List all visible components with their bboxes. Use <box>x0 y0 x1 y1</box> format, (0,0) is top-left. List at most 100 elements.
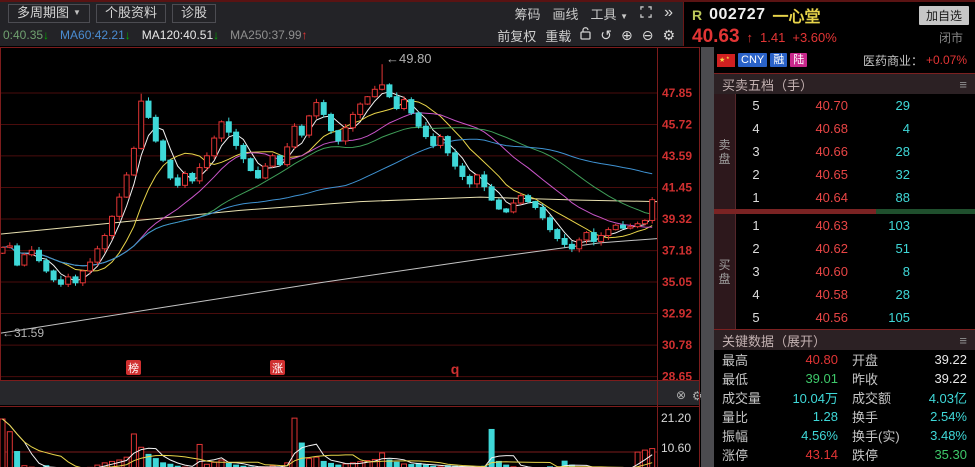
badge-融: 融 <box>770 53 787 67</box>
zoom-in-icon[interactable]: ⊕ <box>621 28 633 42</box>
buy-row[interactable]: 140.63103 <box>736 214 975 237</box>
undo-icon[interactable]: ↺ <box>600 28 612 42</box>
price[interactable]: 40.63 <box>776 218 848 233</box>
ma-trend-arrow-icon: ↓ <box>43 28 49 42</box>
buy-rows: 140.63103240.6251340.608440.5828540.5610… <box>736 214 975 329</box>
key-data-title: 关键数据（展开） <box>722 331 826 350</box>
volume: 51 <box>848 241 910 256</box>
badge-陆: 陆 <box>790 53 807 67</box>
key-value: 3.48% <box>910 428 967 443</box>
reload-button[interactable]: 重载 <box>545 26 571 45</box>
sell-row[interactable]: 340.6628 <box>736 140 975 163</box>
sell-row[interactable]: 240.6532 <box>736 163 975 186</box>
sell-row[interactable]: 140.6488 <box>736 186 975 209</box>
level: 5 <box>736 310 776 325</box>
settings-icon[interactable]: ⚙ <box>662 28 675 42</box>
badge-CNY: CNY <box>738 53 767 67</box>
menu-icon[interactable]: ≡ <box>959 77 967 92</box>
sector-link[interactable]: 医药商业： <box>863 52 923 69</box>
price[interactable]: 40.62 <box>776 241 848 256</box>
volume: 29 <box>848 98 910 113</box>
event-markers[interactable]: 榜涨q <box>126 360 459 377</box>
buy-row[interactable]: 340.608 <box>736 260 975 283</box>
panel-splitter-handle[interactable] <box>701 47 714 467</box>
sell-side-label: 卖盘 <box>714 94 736 209</box>
tab-个股资料[interactable]: 个股资料 <box>96 4 166 23</box>
stock-price-row: 40.63 ↑ 1.41 +3.60% 闭市 <box>684 26 975 47</box>
toolbar-row-1: 多周期图▼ 个股资料诊股 筹码 画线 工具 ▼ » <box>0 2 683 24</box>
level: 2 <box>736 241 776 256</box>
key-data-row: 最低39.01昨收39.22 <box>714 369 975 388</box>
more-panels-icon[interactable]: » <box>664 5 673 21</box>
buy-row[interactable]: 240.6251 <box>736 237 975 260</box>
chart-annotations: ←49.80←31.59 <box>2 51 432 340</box>
svg-text:←49.80: ←49.80 <box>386 51 432 66</box>
svg-text:榜: 榜 <box>128 361 139 375</box>
sell-row[interactable]: 540.7029 <box>736 94 975 117</box>
key-label: 量比 <box>722 407 782 426</box>
side-label-char: 卖 <box>718 138 730 152</box>
volume: 4 <box>848 121 910 136</box>
stock-code: 002727 <box>709 6 765 24</box>
svg-text:47.85: 47.85 <box>662 86 692 100</box>
key-label: 跌停 <box>838 445 910 464</box>
tab-label: 个股资料 <box>105 4 157 22</box>
tab-诊股[interactable]: 诊股 <box>172 4 216 23</box>
price[interactable]: 40.65 <box>776 167 848 182</box>
order-book: 卖盘 540.7029440.684340.6628240.6532140.64… <box>714 94 975 329</box>
tab-多周期图[interactable]: 多周期图▼ <box>8 4 90 23</box>
buy-row[interactable]: 540.56105 <box>736 306 975 329</box>
key-data-header[interactable]: 关键数据（展开） ≡ <box>714 329 975 350</box>
svg-text:35.05: 35.05 <box>662 275 692 289</box>
toolbar-tools-group: 筹码 画线 工具 ▼ » <box>515 4 674 23</box>
order-book-header: 买卖五档（手） ≡ <box>714 73 975 94</box>
key-data-row: 涨停43.14跌停35.30 <box>714 445 975 464</box>
ma-legend-item: MA250:37.99↑ <box>230 28 307 42</box>
price[interactable]: 40.60 <box>776 264 848 279</box>
ma-legend-item: 0:40.35↓ <box>3 28 49 42</box>
svg-text:21.20: 21.20 <box>661 411 691 425</box>
price[interactable]: 40.56 <box>776 310 848 325</box>
key-data-row: 成交量10.04万成交额4.03亿 <box>714 388 975 407</box>
ma-legend-item: MA120:40.51↓ <box>142 28 219 42</box>
side-label-char: 盘 <box>718 272 730 286</box>
tools-dropdown[interactable]: 工具 ▼ <box>591 4 629 23</box>
sell-row[interactable]: 440.684 <box>736 117 975 140</box>
chart-controls-group: 前复权 重载 ↺ ⊕ ⊖ ⚙ <box>497 26 675 45</box>
svg-text:32.92: 32.92 <box>662 307 692 321</box>
chips-button[interactable]: 筹码 <box>515 4 541 23</box>
key-value: 39.22 <box>910 371 967 386</box>
market-status: 闭市 <box>939 29 963 46</box>
price[interactable]: 40.64 <box>776 190 848 205</box>
key-data-row: 最高40.80开盘39.22 <box>714 350 975 369</box>
price-change: 1.41 <box>760 30 785 45</box>
svg-text:涨: 涨 <box>272 362 283 375</box>
key-label: 昨收 <box>838 369 910 388</box>
buy-row[interactable]: 440.5828 <box>736 283 975 306</box>
candlestick-chart[interactable]: 47.8545.7243.5941.4539.3237.1835.0532.92… <box>0 47 701 467</box>
key-value: 40.80 <box>782 352 838 367</box>
price[interactable]: 40.68 <box>776 121 848 136</box>
ma-value: MA250:37.99 <box>230 28 301 42</box>
unlock-icon[interactable] <box>580 27 591 43</box>
key-value: 35.30 <box>910 447 967 462</box>
ma-value: MA120:40.51 <box>142 28 213 42</box>
key-value: 1.28 <box>782 409 838 424</box>
price[interactable]: 40.70 <box>776 98 848 113</box>
menu-icon[interactable]: ≡ <box>959 333 967 348</box>
adjust-mode-button[interactable]: 前复权 <box>497 26 536 45</box>
level: 5 <box>736 98 776 113</box>
zoom-out-icon[interactable]: ⊖ <box>642 28 654 42</box>
fullscreen-icon[interactable] <box>640 6 652 21</box>
price[interactable]: 40.58 <box>776 287 848 302</box>
price-change-pct: +3.60% <box>792 30 836 45</box>
app-window: 多周期图▼ 个股资料诊股 筹码 画线 工具 ▼ » 0:40.35↓ MA60:42… <box>0 0 975 467</box>
ma-legend-item: MA60:42.21↓ <box>60 28 131 42</box>
price[interactable]: 40.66 <box>776 144 848 159</box>
level: 1 <box>736 218 776 233</box>
add-watchlist-button[interactable]: 加自选 <box>919 6 969 25</box>
drawline-button[interactable]: 画线 <box>553 4 579 23</box>
svg-text:45.72: 45.72 <box>662 117 692 131</box>
badge-list: CNY融陆 <box>738 53 807 67</box>
level: 4 <box>736 287 776 302</box>
